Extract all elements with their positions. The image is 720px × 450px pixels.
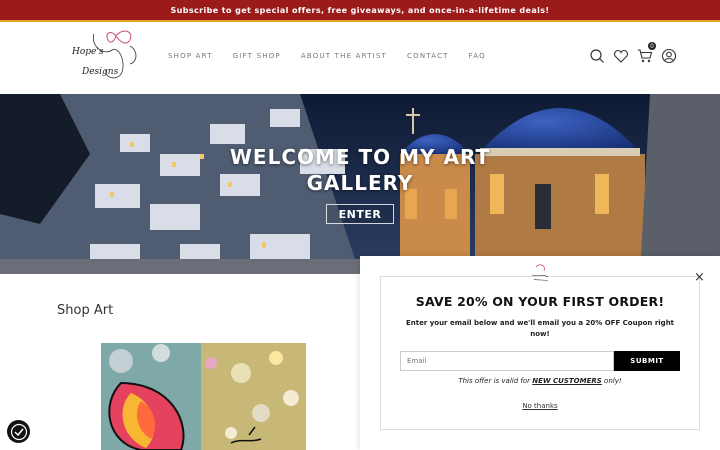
nav-contact[interactable]: CONTACT [407,52,449,60]
brand-line-2: Designs [81,67,119,77]
cart-count-badge: 0 [648,42,656,50]
section-title: Shop Art [57,303,114,318]
nav-about-the-artist[interactable]: ABOUT THE ARTIST [301,52,387,60]
discount-popup: × SAVE 20% ON YOUR FIRST ORDER! Enter yo… [360,256,720,450]
main-nav: SHOP ART GIFT SHOP ABOUT THE ARTIST CONT… [168,52,486,60]
announcement-text: Subscribe to get special offers, free gi… [170,5,550,15]
site-header: Hope's Designs SHOP ART GIFT SHOP ABOUT … [0,22,720,94]
search-icon[interactable] [589,48,605,64]
email-field[interactable] [400,351,614,371]
no-thanks-link[interactable]: No thanks [360,402,720,410]
cart-icon[interactable]: 0 [637,42,656,64]
popup-heading: SAVE 20% ON YOUR FIRST ORDER! [415,294,665,309]
popup-text: Enter your email below and we'll email y… [405,319,675,338]
popup-logo [526,263,554,283]
brand-line-1: Hope's [71,47,104,57]
user-icon[interactable] [661,48,677,64]
heart-icon[interactable] [613,48,629,64]
submit-button[interactable]: SUBMIT [614,351,680,371]
announcement-bar: Subscribe to get special offers, free gi… [0,0,720,22]
nav-faq[interactable]: FAQ [469,52,486,60]
product-image-butterfly[interactable] [101,343,306,450]
enter-button[interactable]: ENTER [326,204,394,224]
offer-new-customers: NEW CUSTOMERS [532,377,602,385]
header-icons: 0 [589,42,677,64]
nav-shop-art[interactable]: SHOP ART [168,52,213,60]
offer-suffix: only! [601,377,622,385]
offer-note: This offer is valid for NEW CUSTOMERS on… [360,377,720,385]
hero-banner: WELCOME TO MY ART GALLERY ENTER [0,94,720,274]
hero-title: WELCOME TO MY ART GALLERY [229,145,491,195]
close-icon[interactable]: × [694,270,705,285]
offer-prefix: This offer is valid for [458,377,533,385]
accessibility-button[interactable] [7,420,30,443]
brand-logo[interactable]: Hope's Designs [64,26,144,86]
nav-gift-shop[interactable]: GIFT SHOP [233,52,281,60]
